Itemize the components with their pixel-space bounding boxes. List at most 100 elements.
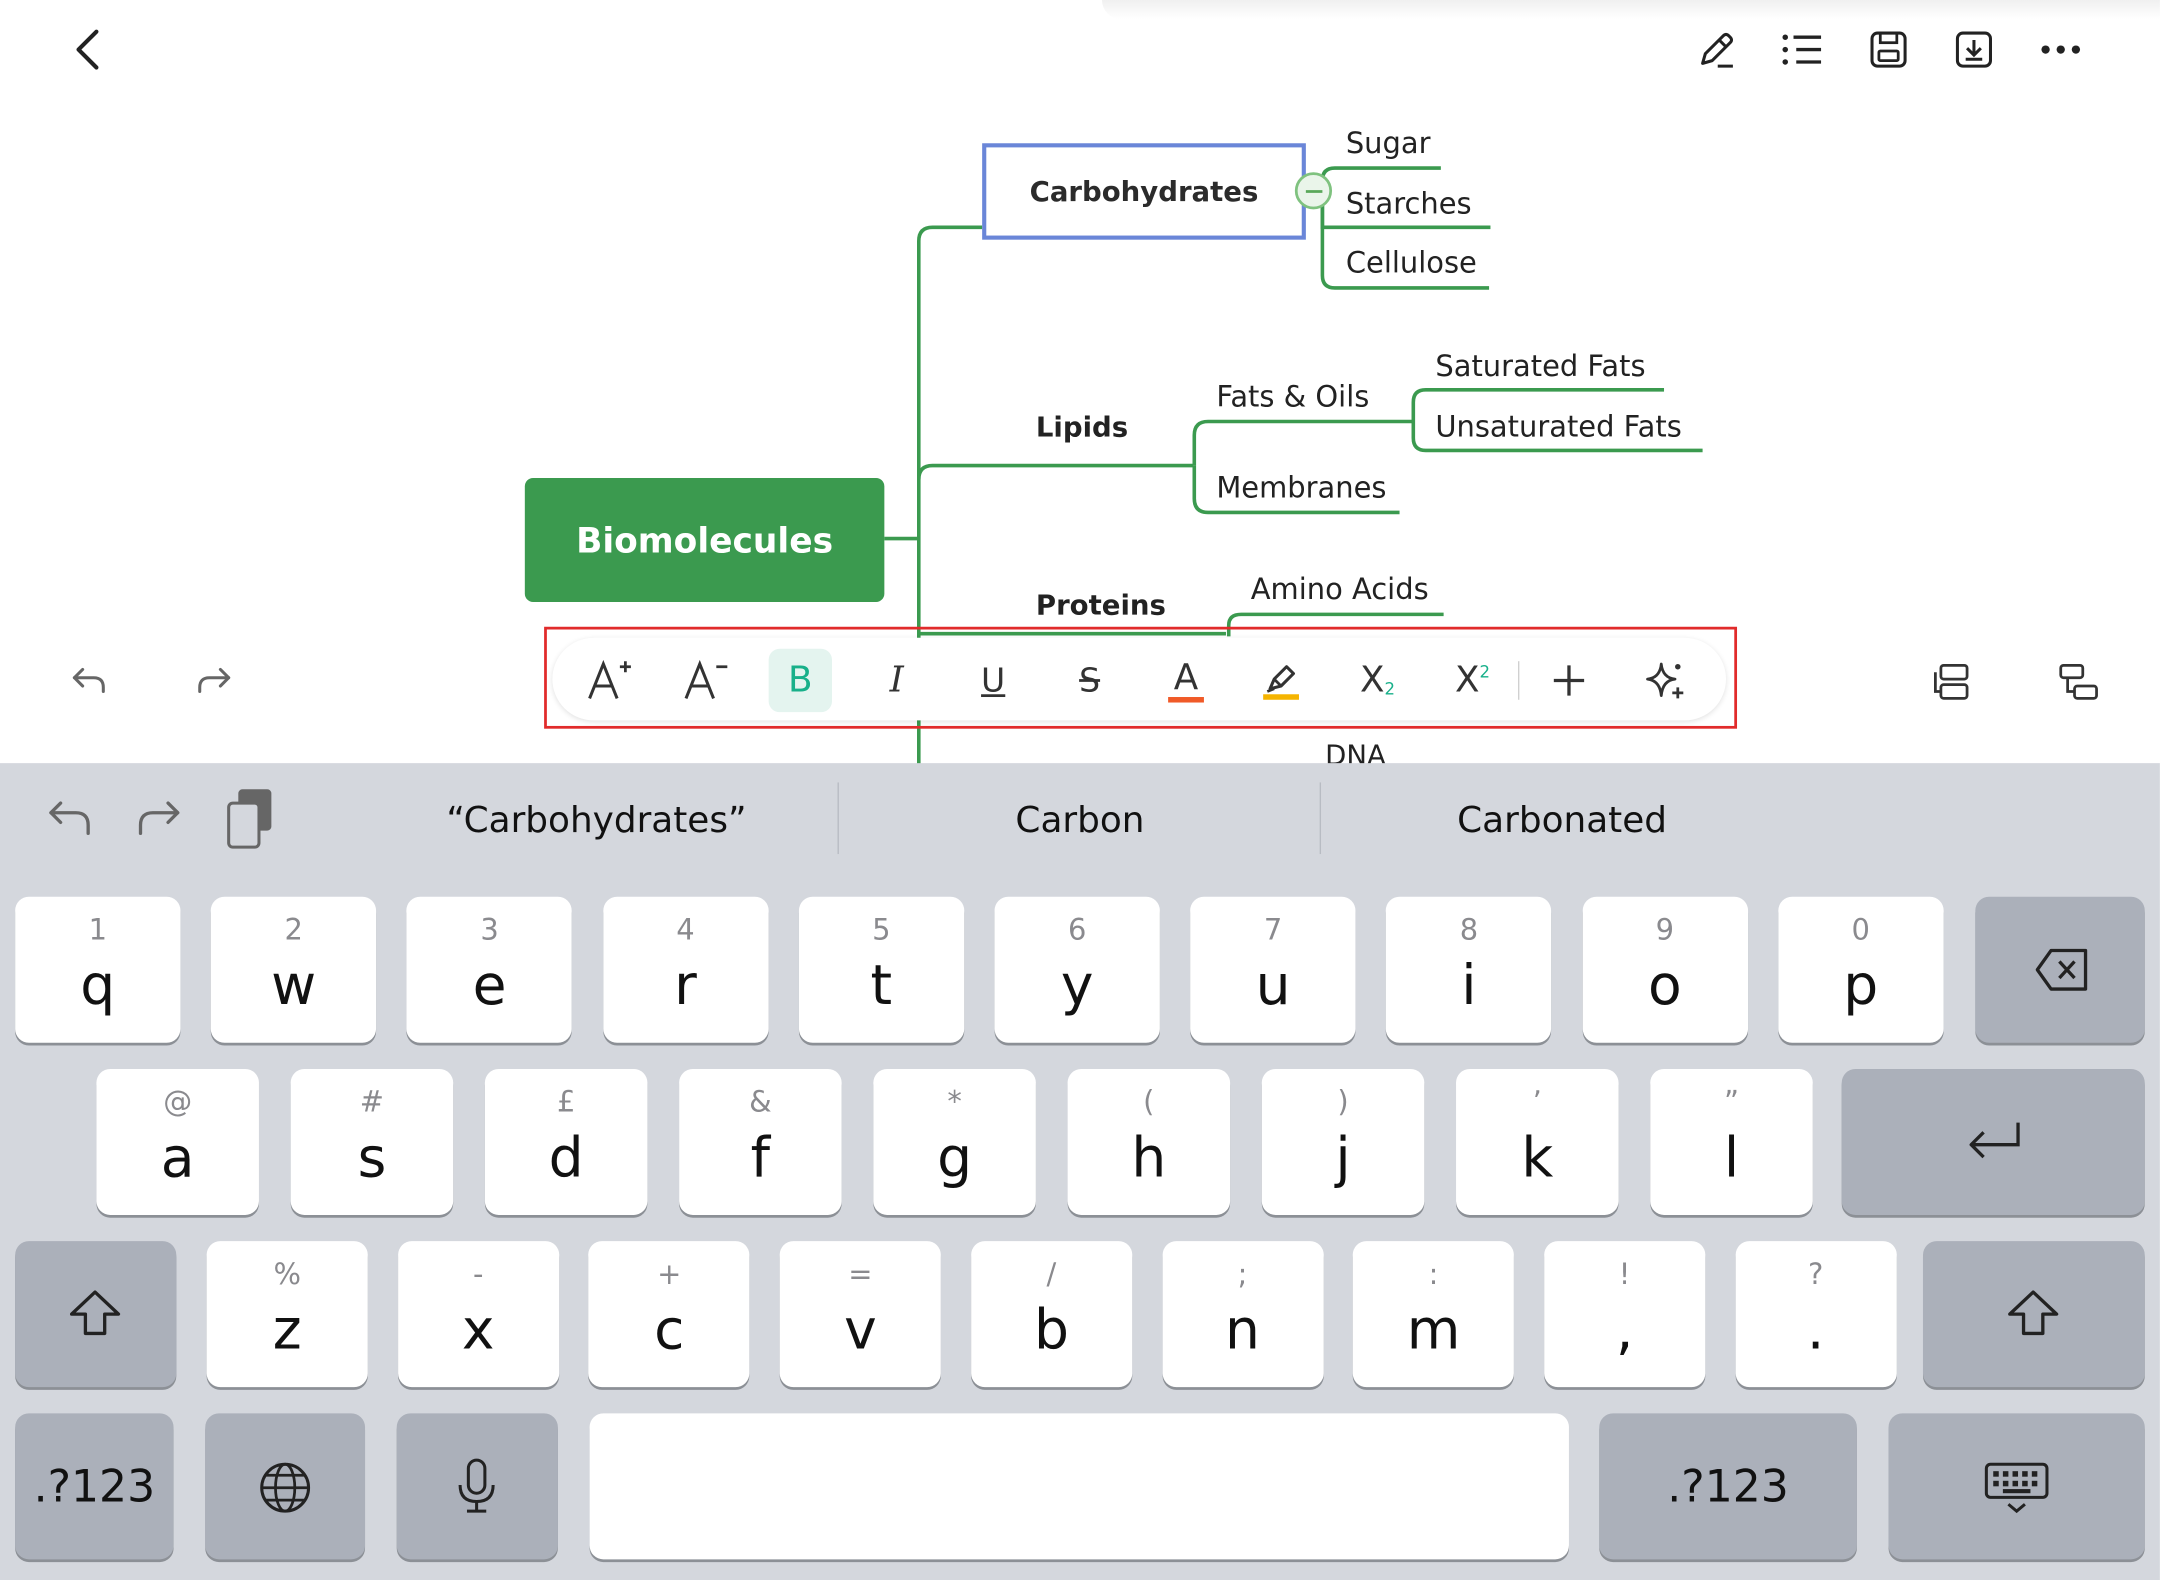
numbers-key-right[interactable]: .?123 <box>1599 1413 1857 1560</box>
return-key[interactable] <box>1841 1068 2145 1215</box>
letter-key[interactable]: @ a <box>96 1068 259 1215</box>
letter-key[interactable]: 4r <box>602 896 769 1043</box>
ai-sparkle-button[interactable] <box>1634 649 1697 712</box>
subtopic-amino-acids[interactable]: Amino Acids <box>1251 573 1429 606</box>
letter-key[interactable]: & f <box>679 1068 842 1215</box>
letter-key[interactable]: = v <box>779 1241 941 1388</box>
bold-button[interactable]: B <box>768 648 833 713</box>
font-color-icon: A <box>1173 657 1199 699</box>
letter-key[interactable]: ?. <box>1735 1241 1897 1388</box>
backspace-key[interactable] <box>1975 896 2145 1043</box>
letter-key[interactable]: £ d <box>484 1068 648 1215</box>
topic-proteins[interactable]: Proteins <box>1036 588 1166 621</box>
topic-lipids[interactable]: Lipids <box>1036 410 1128 443</box>
highlight-swatch <box>1263 694 1299 700</box>
redo-icon <box>198 667 231 694</box>
keyboard-redo-button[interactable] <box>132 791 187 846</box>
space-key[interactable] <box>589 1413 1569 1560</box>
insert-child-button[interactable] <box>2050 653 2108 711</box>
key-label: r <box>674 954 697 1018</box>
highlight-button[interactable] <box>1249 649 1312 712</box>
italic-button[interactable]: I <box>865 649 928 712</box>
undo-icon <box>72 667 105 694</box>
letter-key[interactable]: ; n <box>1161 1241 1324 1388</box>
subtopic-saturated-fats[interactable]: Saturated Fats <box>1435 350 1645 383</box>
letter-key[interactable]: 6y <box>994 896 1160 1043</box>
letter-key[interactable]: 2w <box>211 896 377 1043</box>
key-hint: 0 <box>1851 913 1870 947</box>
letter-key[interactable]: % z <box>206 1241 368 1388</box>
font-color-button[interactable]: A <box>1154 649 1217 712</box>
suggestion-3[interactable]: Carbonated <box>1321 793 1803 848</box>
letter-key[interactable]: ’ k <box>1456 1068 1619 1215</box>
redo-button[interactable] <box>187 653 242 708</box>
key-label: z <box>272 1298 302 1363</box>
letter-key[interactable]: 3e <box>406 896 573 1043</box>
key-hint: % <box>273 1257 301 1291</box>
letter-key[interactable]: !, <box>1544 1241 1706 1388</box>
letter-key[interactable]: 0p <box>1778 896 1944 1043</box>
dismiss-keyboard-key[interactable] <box>1888 1413 2145 1560</box>
redo-icon <box>138 801 180 836</box>
key-label: y <box>1060 954 1094 1018</box>
letter-key[interactable]: 5t <box>798 896 964 1043</box>
subscript-button[interactable]: X2 <box>1346 649 1409 712</box>
subtopic-unsaturated-fats[interactable]: Unsaturated Fats <box>1435 410 1681 443</box>
return-icon <box>1969 1122 2020 1159</box>
add-button[interactable] <box>1537 649 1600 712</box>
subtopic-membranes[interactable]: Membranes <box>1216 471 1386 504</box>
insert-child-icon <box>2059 663 2098 700</box>
suggestion-2[interactable]: Carbon <box>839 793 1321 848</box>
superscript-button[interactable]: X2 <box>1441 649 1504 712</box>
letter-key[interactable]: ” l <box>1650 1068 1813 1215</box>
dictation-key[interactable] <box>396 1413 558 1560</box>
insert-sibling-button[interactable] <box>1923 653 1981 711</box>
collapse-button[interactable] <box>1294 172 1333 210</box>
shift-key-left[interactable] <box>15 1241 177 1388</box>
subtopic-sugar[interactable]: Sugar <box>1346 127 1431 160</box>
letter-key[interactable]: (h <box>1067 1068 1231 1215</box>
letter-key[interactable]: :m <box>1352 1241 1515 1388</box>
letter-key[interactable]: 7u <box>1190 896 1356 1043</box>
key-hint: ) <box>1337 1085 1349 1119</box>
key-label: g <box>937 1126 973 1191</box>
key-hint: 5 <box>872 913 891 947</box>
undo-button[interactable] <box>61 653 116 708</box>
root-node[interactable]: Biomolecules <box>524 477 885 602</box>
subtopic-cellulose[interactable]: Cellulose <box>1346 247 1477 280</box>
keyboard-undo-button[interactable] <box>41 791 96 846</box>
decrease-font-button[interactable] <box>674 649 737 712</box>
subtopic-fats-oils[interactable]: Fats & Oils <box>1216 380 1369 413</box>
subscript-icon: X <box>1359 659 1385 702</box>
key-hint: ? <box>1807 1257 1824 1291</box>
letter-key[interactable]: -x <box>397 1241 559 1388</box>
letter-key[interactable]: 9o <box>1582 896 1748 1043</box>
shift-icon <box>69 1290 121 1336</box>
increase-font-button[interactable] <box>577 649 640 712</box>
letter-key[interactable]: ) j <box>1261 1068 1425 1215</box>
key-label: x <box>461 1298 495 1363</box>
letter-key[interactable]: * g <box>873 1068 1036 1215</box>
numbers-key-left[interactable]: .?123 <box>15 1413 174 1560</box>
underline-button[interactable]: U <box>961 649 1024 712</box>
letter-key[interactable]: # s <box>290 1068 454 1215</box>
keyboard-dismiss-icon <box>1984 1462 2049 1514</box>
letter-key[interactable]: 8i <box>1386 896 1552 1043</box>
key-hint: 9 <box>1655 913 1675 947</box>
key-hint: ! <box>1618 1257 1631 1291</box>
strikethrough-button[interactable]: S <box>1058 649 1121 712</box>
font-color-swatch <box>1168 697 1204 703</box>
letter-key[interactable]: / b <box>970 1241 1133 1388</box>
topic-carbohydrates[interactable]: Carbohydrates <box>982 143 1306 240</box>
letter-key[interactable]: + c <box>588 1241 750 1388</box>
key-label: t <box>870 954 893 1018</box>
letter-key[interactable]: 1q <box>15 896 181 1043</box>
key-label: d <box>548 1126 584 1191</box>
suggestion-1[interactable]: “Carbohydrates” <box>355 793 837 848</box>
globe-key[interactable] <box>205 1413 366 1560</box>
subtopic-starches[interactable]: Starches <box>1346 187 1472 220</box>
strikethrough-icon: S <box>1079 661 1101 700</box>
paste-button[interactable] <box>220 785 278 851</box>
add-icon <box>1553 665 1585 696</box>
shift-key-right[interactable] <box>1922 1241 2145 1388</box>
